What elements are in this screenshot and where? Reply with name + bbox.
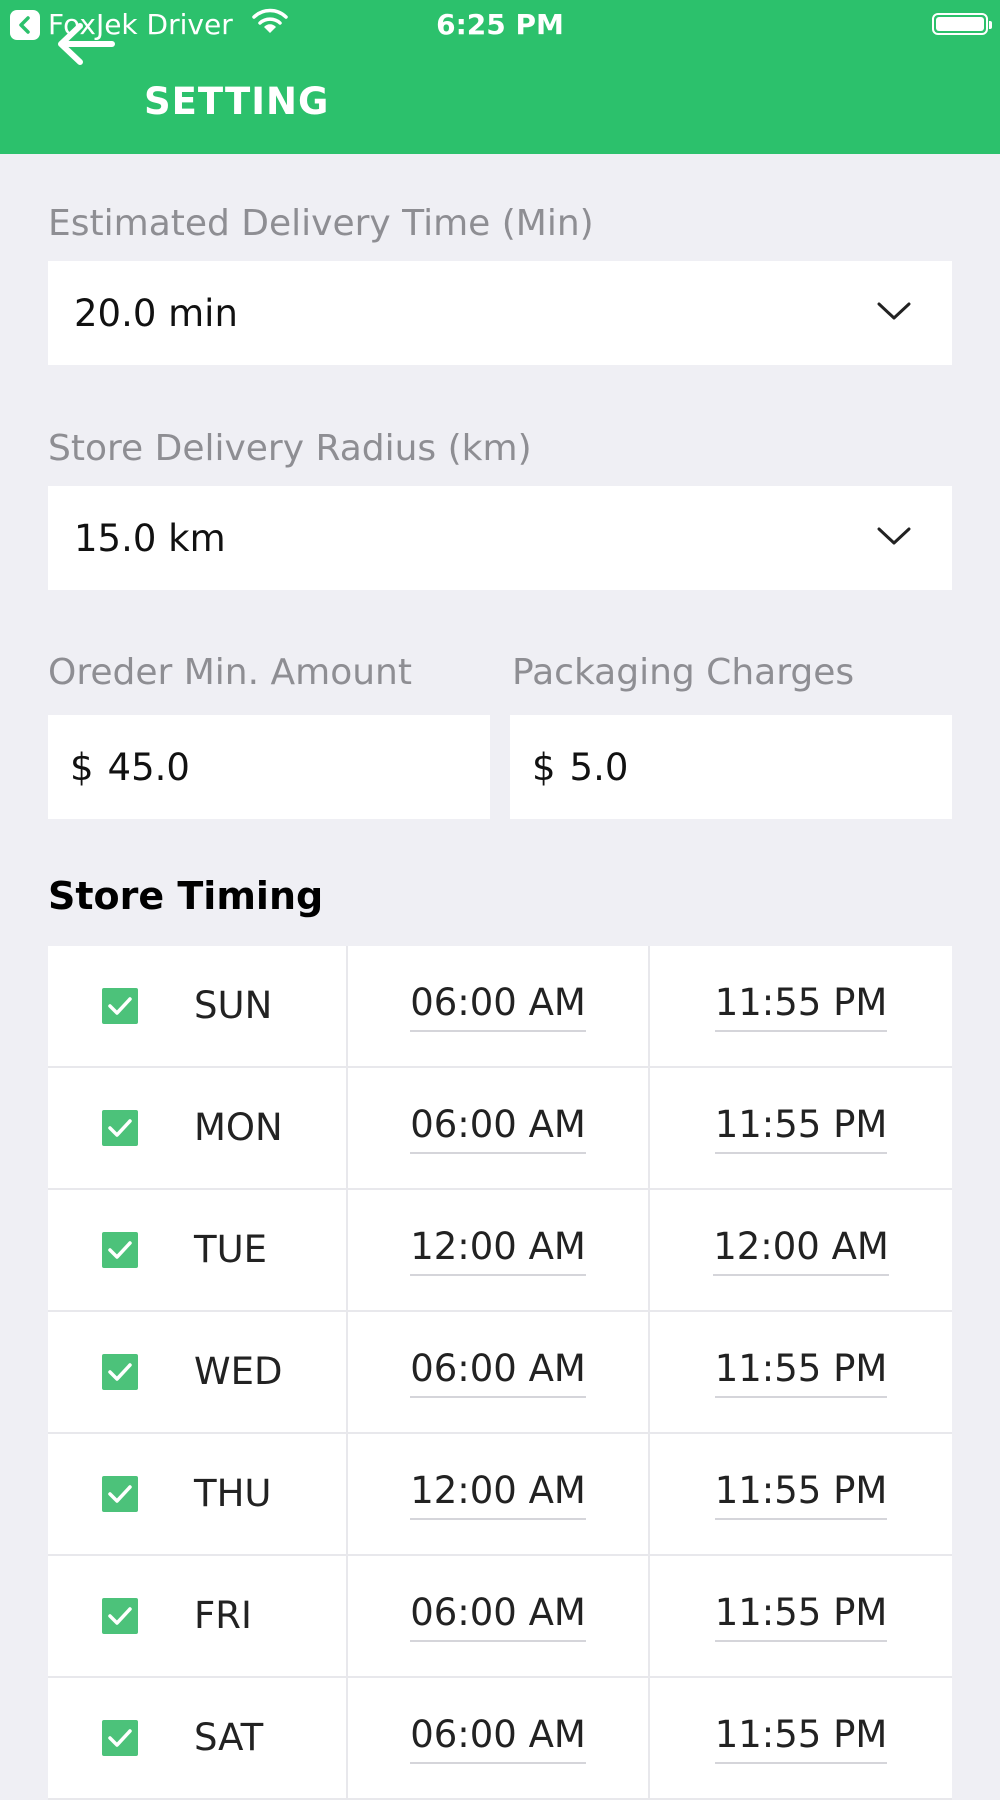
delivery-radius-label: Store Delivery Radius (km) [48,428,532,469]
store-timing-table: SUN 06:00 AM 11:55 PM MON 06:00 AM 11:55… [48,946,952,1800]
day-label: WED [194,1350,283,1393]
close-time-tue[interactable]: 12:00 AM [713,1225,889,1276]
day-label: SUN [194,984,273,1027]
checkmark-icon [108,1363,132,1381]
packaging-currency: $ [532,745,556,789]
open-time-thu[interactable]: 12:00 AM [410,1469,586,1520]
timing-row-tue: TUE 12:00 AM 12:00 AM [48,1190,952,1312]
checkmark-icon [108,1607,132,1625]
timing-row-sat: SAT 06:00 AM 11:55 PM [48,1678,952,1800]
timing-row-wed: WED 06:00 AM 11:55 PM [48,1312,952,1434]
day-label: THU [194,1472,272,1515]
day-checkbox-sun[interactable] [102,988,138,1024]
min-amount-currency: $ [70,745,94,789]
day-label: TUE [194,1228,268,1271]
delivery-radius-value: 15.0 km [74,516,226,560]
open-time-tue[interactable]: 12:00 AM [410,1225,586,1276]
checkmark-icon [108,1729,132,1747]
battery-icon [932,13,992,35]
app-header: FoxJek Driver 6:25 PM SETTING [0,0,1000,154]
close-time-wed[interactable]: 11:55 PM [714,1347,888,1398]
day-checkbox-fri[interactable] [102,1598,138,1634]
chevron-down-icon [877,527,911,545]
timing-row-mon: MON 06:00 AM 11:55 PM [48,1068,952,1190]
status-bar: FoxJek Driver 6:25 PM [0,0,1000,50]
checkmark-icon [108,1119,132,1137]
open-time-mon[interactable]: 06:00 AM [410,1103,586,1154]
open-time-fri[interactable]: 06:00 AM [410,1591,586,1642]
min-amount-label: Oreder Min. Amount [48,652,412,693]
open-time-sat[interactable]: 06:00 AM [410,1713,586,1764]
checkmark-icon [108,1241,132,1259]
checkmark-icon [108,997,132,1015]
delivery-time-dropdown[interactable]: 20.0 min [48,261,952,365]
packaging-value: 5.0 [569,745,629,789]
timing-row-sun: SUN 06:00 AM 11:55 PM [48,946,952,1068]
open-time-wed[interactable]: 06:00 AM [410,1347,586,1398]
day-label: FRI [194,1594,252,1637]
close-time-thu[interactable]: 11:55 PM [714,1469,888,1520]
close-time-fri[interactable]: 11:55 PM [714,1591,888,1642]
min-amount-input[interactable]: $ 45.0 [48,715,490,819]
arrow-left-icon [58,23,115,65]
packaging-input[interactable]: $ 5.0 [510,715,952,819]
checkmark-icon [108,1485,132,1503]
timing-row-thu: THU 12:00 AM 11:55 PM [48,1434,952,1556]
close-time-sun[interactable]: 11:55 PM [714,981,888,1032]
day-checkbox-tue[interactable] [102,1232,138,1268]
store-timing-title: Store Timing [48,874,324,918]
day-checkbox-thu[interactable] [102,1476,138,1512]
back-button[interactable] [56,22,116,66]
chevron-down-icon [877,302,911,320]
timing-row-fri: FRI 06:00 AM 11:55 PM [48,1556,952,1678]
close-time-sat[interactable]: 11:55 PM [714,1713,888,1764]
day-checkbox-wed[interactable] [102,1354,138,1390]
day-checkbox-mon[interactable] [102,1110,138,1146]
close-time-mon[interactable]: 11:55 PM [714,1103,888,1154]
day-label: SAT [194,1716,264,1759]
status-time: 6:25 PM [436,8,564,41]
day-label: MON [194,1106,283,1149]
min-amount-value: 45.0 [107,745,190,789]
page-title: SETTING [144,80,330,123]
delivery-radius-dropdown[interactable]: 15.0 km [48,486,952,590]
delivery-time-label: Estimated Delivery Time (Min) [48,203,594,244]
packaging-label: Packaging Charges [512,652,855,693]
day-checkbox-sat[interactable] [102,1720,138,1756]
open-time-sun[interactable]: 06:00 AM [410,981,586,1032]
delivery-time-value: 20.0 min [74,291,238,335]
